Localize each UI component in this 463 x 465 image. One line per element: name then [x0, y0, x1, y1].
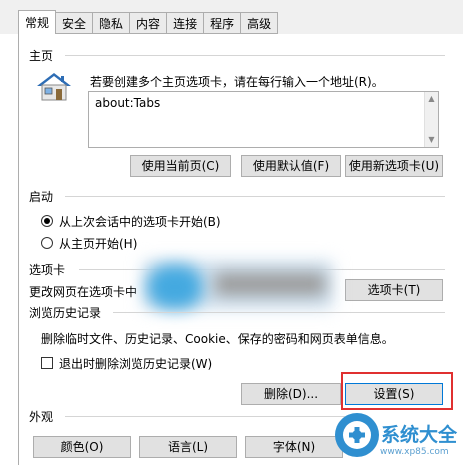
home-section-title: 主页	[29, 49, 54, 63]
history-separator	[113, 312, 445, 313]
startup-section-title: 启动	[29, 190, 54, 204]
radio-home-page[interactable]	[41, 237, 53, 249]
appearance-separator	[65, 416, 345, 417]
home-separator	[65, 55, 445, 56]
home-instruction: 若要创建多个主页选项卡，请在每行输入一个地址(R)。	[90, 75, 384, 89]
history-description: 删除临时文件、历史记录、Cookie、保存的密码和网页表单信息。	[41, 332, 394, 346]
appearance-section-title: 外观	[29, 410, 54, 424]
scroll-up-icon[interactable]: ▲	[425, 92, 438, 106]
delete-on-exit-label: 退出时删除浏览历史记录(W)	[59, 357, 213, 371]
radio-last-session[interactable]	[41, 215, 53, 227]
tabs-section-title: 选项卡	[29, 263, 66, 277]
use-new-tab-button[interactable]: 使用新选项卡(U)	[345, 155, 443, 177]
tab-general[interactable]: 常规	[18, 10, 57, 34]
highlight-box	[341, 372, 453, 410]
watermark-logo-icon	[335, 413, 379, 457]
house-icon	[37, 73, 71, 101]
use-current-button[interactable]: 使用当前页(C)	[130, 155, 231, 177]
history-section-title: 浏览历史记录	[29, 306, 102, 320]
radio-last-session-label: 从上次会话中的选项卡开始(B)	[59, 215, 221, 229]
watermark-url: www.xp85.com	[380, 447, 449, 457]
languages-button[interactable]: 语言(L)	[139, 436, 237, 458]
fonts-button[interactable]: 字体(N)	[245, 436, 343, 458]
radio-home-page-label: 从主页开始(H)	[59, 237, 138, 251]
tab-security[interactable]: 安全	[56, 12, 94, 34]
use-default-button[interactable]: 使用默认值(F)	[241, 155, 341, 177]
delete-history-button[interactable]: 删除(D)...	[241, 383, 341, 405]
tab-connections[interactable]: 连接	[167, 12, 205, 34]
tab-strip: 常规 安全 隐私 内容 连接 程序 高级	[0, 0, 463, 34]
textarea-scrollbar[interactable]: ▲ ▼	[424, 92, 438, 147]
blur-overlay-blue	[147, 265, 203, 309]
tabs-button[interactable]: 选项卡(T)	[345, 279, 443, 301]
startup-separator	[65, 196, 445, 197]
general-panel: 主页 若要创建多个主页选项卡，请在每行输入一个地址(R)。 about:Tabs…	[18, 33, 463, 465]
tab-privacy[interactable]: 隐私	[93, 12, 131, 34]
scroll-down-icon[interactable]: ▼	[425, 133, 438, 147]
delete-on-exit-checkbox[interactable]	[41, 357, 53, 369]
watermark-text: 系统大全	[381, 424, 458, 446]
tab-content[interactable]: 内容	[130, 12, 168, 34]
blur-overlay-gray	[215, 273, 325, 295]
colors-button[interactable]: 颜色(O)	[33, 436, 131, 458]
home-address-text: about:Tabs	[95, 96, 161, 110]
tabs-description: 更改网页在选项卡中	[29, 285, 138, 299]
home-address-textarea[interactable]: about:Tabs ▲ ▼	[88, 91, 439, 148]
tab-programs[interactable]: 程序	[204, 12, 242, 34]
tab-advanced[interactable]: 高级	[241, 12, 279, 34]
